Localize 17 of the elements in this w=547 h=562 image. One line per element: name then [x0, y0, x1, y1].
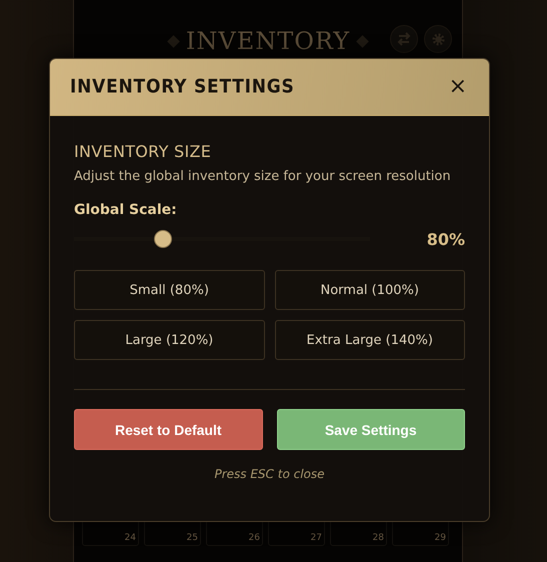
preset-button[interactable]: Normal (100%) — [274, 270, 465, 310]
scale-reading: 80% — [426, 230, 465, 248]
dialog-title: INVENTORY SETTINGS — [70, 76, 295, 98]
close-hint: Press ESC to close — [213, 467, 326, 481]
settings-icon — [432, 32, 444, 46]
preset-button[interactable]: Large (120%) — [74, 320, 264, 360]
section-title: INVENTORY SIZE — [74, 142, 212, 161]
panel-title: INVENTORY — [186, 27, 350, 55]
section-description: Adjust the global inventory size for your screen resolution — [74, 169, 452, 184]
preset-button[interactable]: Extra Large (140%) — [274, 320, 465, 360]
slider-thumb[interactable] — [154, 230, 172, 248]
slider-label: Global Scale: — [74, 202, 178, 218]
swap-icon — [397, 32, 411, 46]
preset-button[interactable]: Small (80%) — [74, 270, 264, 310]
save-button[interactable]: Save Settings — [276, 409, 465, 450]
close-button[interactable]: × — [448, 76, 467, 98]
reset-button[interactable]: Reset to Default — [74, 409, 262, 450]
